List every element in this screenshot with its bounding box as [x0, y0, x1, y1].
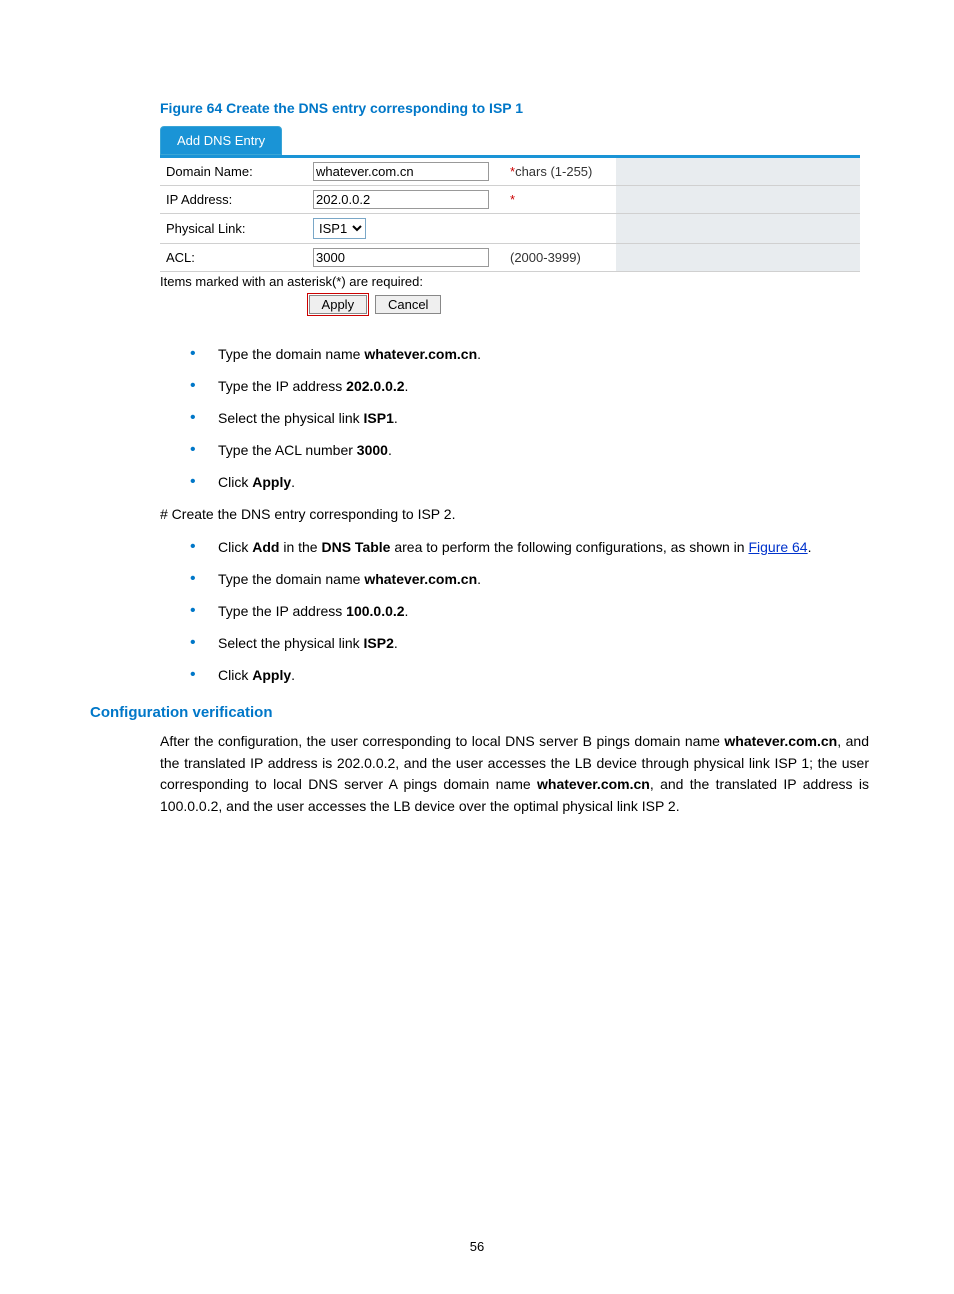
domain-name-input[interactable] — [313, 162, 489, 181]
add-dns-entry-panel: Add DNS Entry Domain Name: *chars (1-255… — [160, 126, 860, 289]
list-item: Select the physical link ISP1. — [190, 408, 869, 429]
list-item: Type the ACL number 3000. — [190, 440, 869, 461]
figure-link[interactable]: Figure 64 — [748, 539, 807, 555]
hint-acl: (2000-3999) — [504, 244, 616, 272]
label-acl: ACL: — [160, 244, 307, 272]
list-item: Click Add in the DNS Table area to perfo… — [190, 537, 869, 558]
dns-form-table: Domain Name: *chars (1-255) IP Address: … — [160, 158, 860, 272]
panel-title-tab: Add DNS Entry — [160, 126, 282, 155]
steps-isp2-list: Click Add in the DNS Table area to perfo… — [190, 537, 869, 686]
list-item: Type the IP address 202.0.0.2. — [190, 376, 869, 397]
label-domain-name: Domain Name: — [160, 158, 307, 186]
verification-text: After the configuration, the user corres… — [160, 731, 869, 818]
row-ip-address: IP Address: * — [160, 186, 860, 214]
row-domain-name: Domain Name: *chars (1-255) — [160, 158, 860, 186]
row-acl: ACL: (2000-3999) — [160, 244, 860, 272]
ip-address-input[interactable] — [313, 190, 489, 209]
hint-ip-address: * — [504, 186, 616, 214]
steps-isp1-list: Type the domain name whatever.com.cn. Ty… — [190, 344, 869, 493]
required-note: Items marked with an asterisk(*) are req… — [160, 274, 860, 289]
label-physical-link: Physical Link: — [160, 214, 307, 244]
hint-domain-name: *chars (1-255) — [504, 158, 616, 186]
list-item: Type the domain name whatever.com.cn. — [190, 569, 869, 590]
list-item: Type the IP address 100.0.0.2. — [190, 601, 869, 622]
row-physical-link: Physical Link: ISP1 — [160, 214, 860, 244]
list-item: Click Apply. — [190, 472, 869, 493]
apply-button[interactable]: Apply — [309, 295, 368, 314]
page-number: 56 — [0, 1239, 954, 1254]
physical-link-select[interactable]: ISP1 — [313, 218, 366, 239]
cancel-button[interactable]: Cancel — [375, 295, 441, 314]
figure-caption: Figure 64 Create the DNS entry correspon… — [160, 100, 869, 116]
list-item: Type the domain name whatever.com.cn. — [190, 344, 869, 365]
label-ip-address: IP Address: — [160, 186, 307, 214]
configuration-verification-heading: Configuration verification — [90, 704, 869, 721]
isp2-intro: # Create the DNS entry corresponding to … — [160, 504, 869, 525]
acl-input[interactable] — [313, 248, 489, 267]
list-item: Click Apply. — [190, 665, 869, 686]
list-item: Select the physical link ISP2. — [190, 633, 869, 654]
button-row: Apply Cancel — [160, 295, 590, 314]
